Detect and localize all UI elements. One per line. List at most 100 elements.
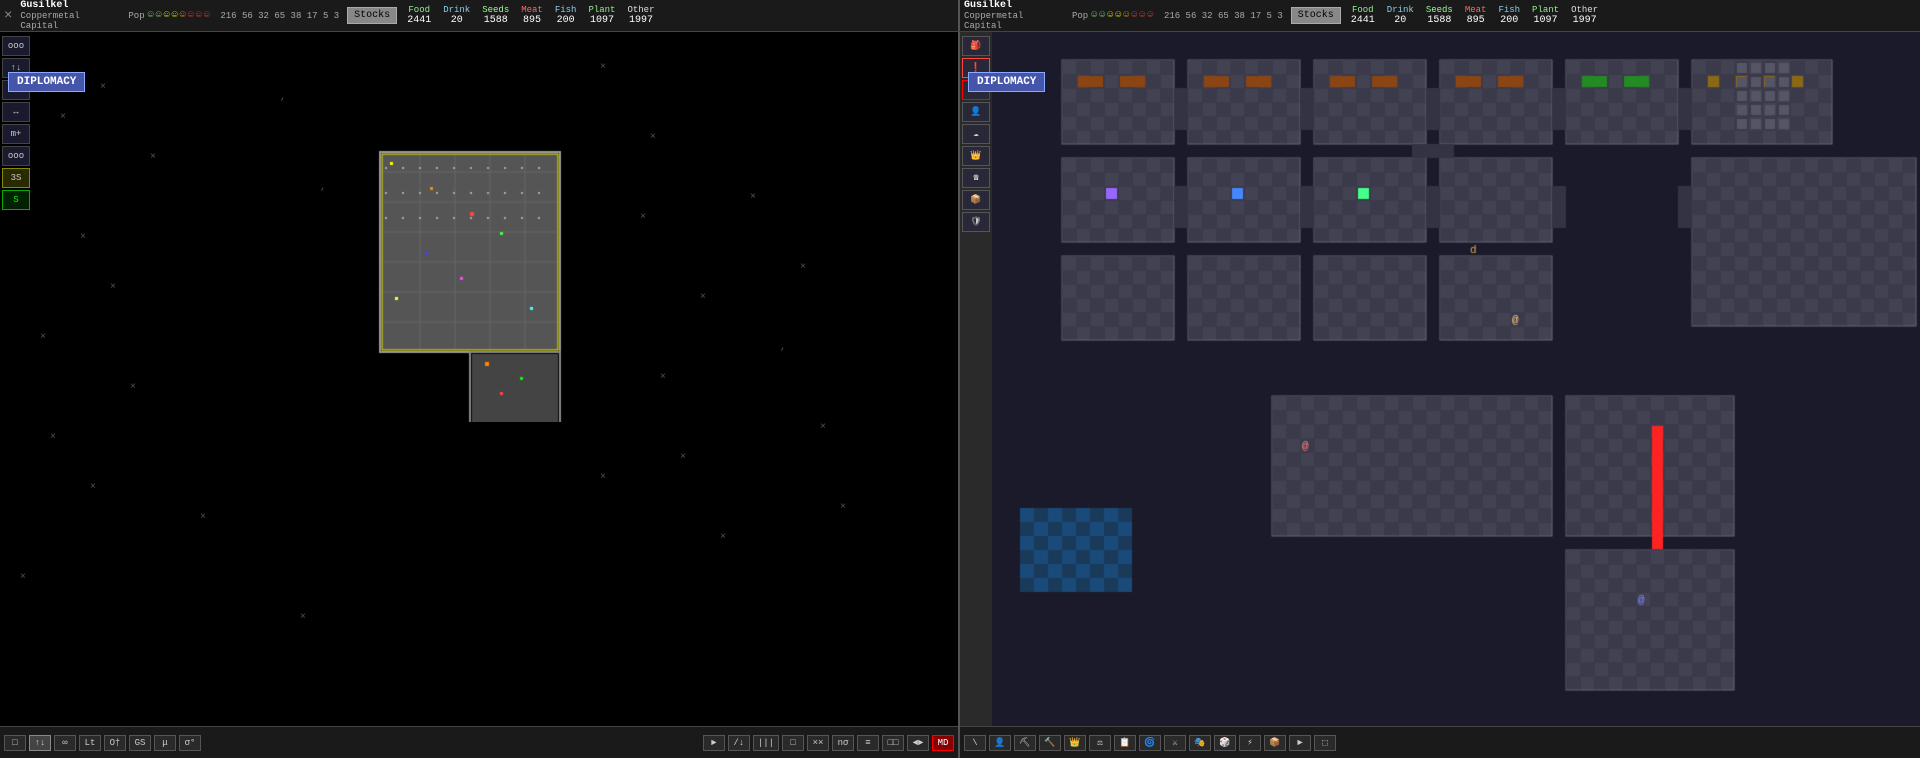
plant-value-left: 1097 [590, 15, 614, 26]
pop-label-left: Pop [128, 11, 144, 21]
pop-icon-r3: ☺ [1107, 10, 1113, 21]
toolbar-btn-md[interactable]: MD [932, 735, 954, 751]
other-value-left: 1997 [629, 15, 653, 26]
sidebar-icon-person[interactable]: 👤 [962, 102, 990, 122]
sidebar-icon-shield[interactable]: 🛡 [962, 212, 990, 232]
pop-icon-6: ☺ [188, 10, 194, 21]
seeds-value-left: 1588 [484, 15, 508, 26]
food-label-left: Food [408, 5, 430, 15]
pop-label-right: Pop [1072, 11, 1088, 21]
fish-value-left: 200 [557, 15, 575, 26]
right-toolbar-btn-15[interactable]: ⬚ [1314, 735, 1336, 751]
diplomacy-badge-left[interactable]: DIPLOMACY [8, 72, 85, 92]
dungeon-view[interactable] [992, 32, 1920, 726]
pop-section-right: Pop ☺ ☺ ☺ ☺ ☺ ☺ ☺ ☺ 216 56 32 65 38 17 5… [1072, 10, 1283, 22]
x-mark-25: × [800, 262, 806, 273]
x-mark-4: × [150, 152, 156, 163]
top-bar-right: Gusilkel Coppermetal Capital Pop ☺ ☺ ☺ ☺… [960, 0, 1920, 31]
city-sub-right: Coppermetal [964, 11, 1064, 21]
pop-icon-3: ☺ [164, 10, 170, 21]
toolbar-btn-l5[interactable]: O† [104, 735, 126, 751]
map-view-left[interactable]: × × × × × × × × × × × × × × × × × × × × … [0, 32, 958, 726]
right-toolbar-btn-9[interactable]: ⚔ [1164, 735, 1186, 751]
close-button-left[interactable]: × [4, 8, 12, 24]
toolbar-btn-r4[interactable]: □ [782, 735, 804, 751]
sidebar-icon-cloud[interactable]: ☁ [962, 124, 990, 144]
sidebar-icon-phone[interactable]: ☎ [962, 168, 990, 188]
food-value-left: 2441 [407, 15, 431, 26]
x-mark-28: × [840, 502, 846, 513]
pop-values-right: 216 56 32 65 38 17 5 3 [1164, 11, 1283, 21]
pop-icon-4: ☺ [172, 10, 178, 21]
right-toolbar-btn-3[interactable]: ⛏ [1014, 735, 1036, 751]
x-mark-24: × [750, 192, 756, 203]
pop-icon-2: ☺ [156, 10, 162, 21]
resource-meat-left: Meat 895 [521, 5, 543, 26]
x-mark-3: × [60, 112, 66, 123]
bottom-toolbar-left: □ ↑↓ ∞ Lt O† GS μ σ° ► /↓ ||| □ ×× nσ ≡ … [0, 726, 958, 758]
sidebar-icon-crown[interactable]: 👑 [962, 146, 990, 166]
x-mark-27: × [820, 422, 826, 433]
toolbar-btn-r8[interactable]: □□ [882, 735, 904, 751]
toolbar-btn-l6[interactable]: GS [129, 735, 151, 751]
sidebar-btn-ooo[interactable]: ooo [2, 36, 30, 56]
city-info-right: Gusilkel Coppermetal Capital [964, 0, 1064, 31]
right-toolbar-btn-4[interactable]: 🔨 [1039, 735, 1061, 751]
sidebar-btn-m[interactable]: m+ [2, 124, 30, 144]
right-toolbar-btn-1[interactable]: \ [964, 735, 986, 751]
right-toolbar-btn-5[interactable]: 👑 [1064, 735, 1086, 751]
right-toolbar-btn-2[interactable]: 👤 [989, 735, 1011, 751]
toolbar-btn-r5[interactable]: ×× [807, 735, 829, 751]
toolbar-btn-r3[interactable]: ||| [753, 735, 779, 751]
toolbar-btn-r7[interactable]: ≡ [857, 735, 879, 751]
sidebar-btn-3s[interactable]: 3S [2, 168, 30, 188]
right-toolbar-btn-12[interactable]: ⚡ [1239, 735, 1261, 751]
x-mark-18: × [720, 532, 726, 543]
right-toolbar-btn-10[interactable]: 🎭 [1189, 735, 1211, 751]
right-toolbar-btn-6[interactable]: ⚖ [1089, 735, 1111, 751]
stocks-button-left[interactable]: Stocks [347, 7, 397, 24]
meat-label-right: Meat [1465, 5, 1487, 15]
sidebar-btn-s[interactable]: S [2, 190, 30, 210]
sidebar-btn-ooo2[interactable]: ooo [2, 146, 30, 166]
toolbar-btn-r9[interactable]: ◄► [907, 735, 929, 751]
fish-value-right: 200 [1500, 15, 1518, 26]
sidebar-icon-bag[interactable]: 🎒 [962, 36, 990, 56]
plant-value-right: 1097 [1534, 15, 1558, 26]
toolbar-btn-l7[interactable]: μ [154, 735, 176, 751]
sidebar-icon-box[interactable]: 📦 [962, 190, 990, 210]
resource-seeds-left: Seeds 1588 [482, 5, 509, 26]
plant-label-right: Plant [1532, 5, 1559, 15]
x-mark-5: × [80, 232, 86, 243]
right-toolbar-btn-7[interactable]: 📋 [1114, 735, 1136, 751]
toolbar-btn-l3[interactable]: ∞ [54, 735, 76, 751]
toolbar-btn-l4[interactable]: Lt [79, 735, 101, 751]
pop-icon-r2: ☺ [1099, 10, 1105, 21]
toolbar-btn-l2[interactable]: ↑↓ [29, 735, 51, 751]
top-bar: × Gusilkel Coppermetal Capital Pop ☺ ☺ ☺… [0, 0, 1920, 32]
resource-seeds-right: Seeds 1588 [1426, 5, 1453, 26]
toolbar-btn-l8[interactable]: σ° [179, 735, 201, 751]
toolbar-btn-r6[interactable]: nσ [832, 735, 854, 751]
food-label-right: Food [1352, 5, 1374, 15]
right-toolbar-btn-11[interactable]: 🎲 [1214, 735, 1236, 751]
pop-icon-r4: ☺ [1115, 10, 1121, 21]
city-name-right: Gusilkel [964, 0, 1064, 11]
pop-values-left: 216 56 32 65 38 17 5 3 [220, 11, 339, 21]
toolbar-btn-r1[interactable]: ► [703, 735, 725, 751]
stocks-button-right[interactable]: Stocks [1291, 7, 1341, 24]
fortress-minimap [340, 132, 600, 426]
seeds-label-left: Seeds [482, 5, 509, 15]
right-toolbar-btn-14[interactable]: ► [1289, 735, 1311, 751]
sidebar-btn-leftright[interactable]: ↔ [2, 102, 30, 122]
x-mark-13: × [650, 132, 656, 143]
toolbar-btn-l1[interactable]: □ [4, 735, 26, 751]
diplomacy-badge-right[interactable]: DIPLOMACY [968, 72, 1045, 92]
pop-icon-r8: ☺ [1147, 10, 1153, 21]
right-toolbar-btn-8[interactable]: 🌀 [1139, 735, 1161, 751]
drink-value-right: 20 [1394, 15, 1406, 26]
right-toolbar-btn-13[interactable]: 📦 [1264, 735, 1286, 751]
x-mark-26: , [780, 342, 786, 353]
x-mark-8: × [130, 382, 136, 393]
toolbar-btn-r2[interactable]: /↓ [728, 735, 750, 751]
